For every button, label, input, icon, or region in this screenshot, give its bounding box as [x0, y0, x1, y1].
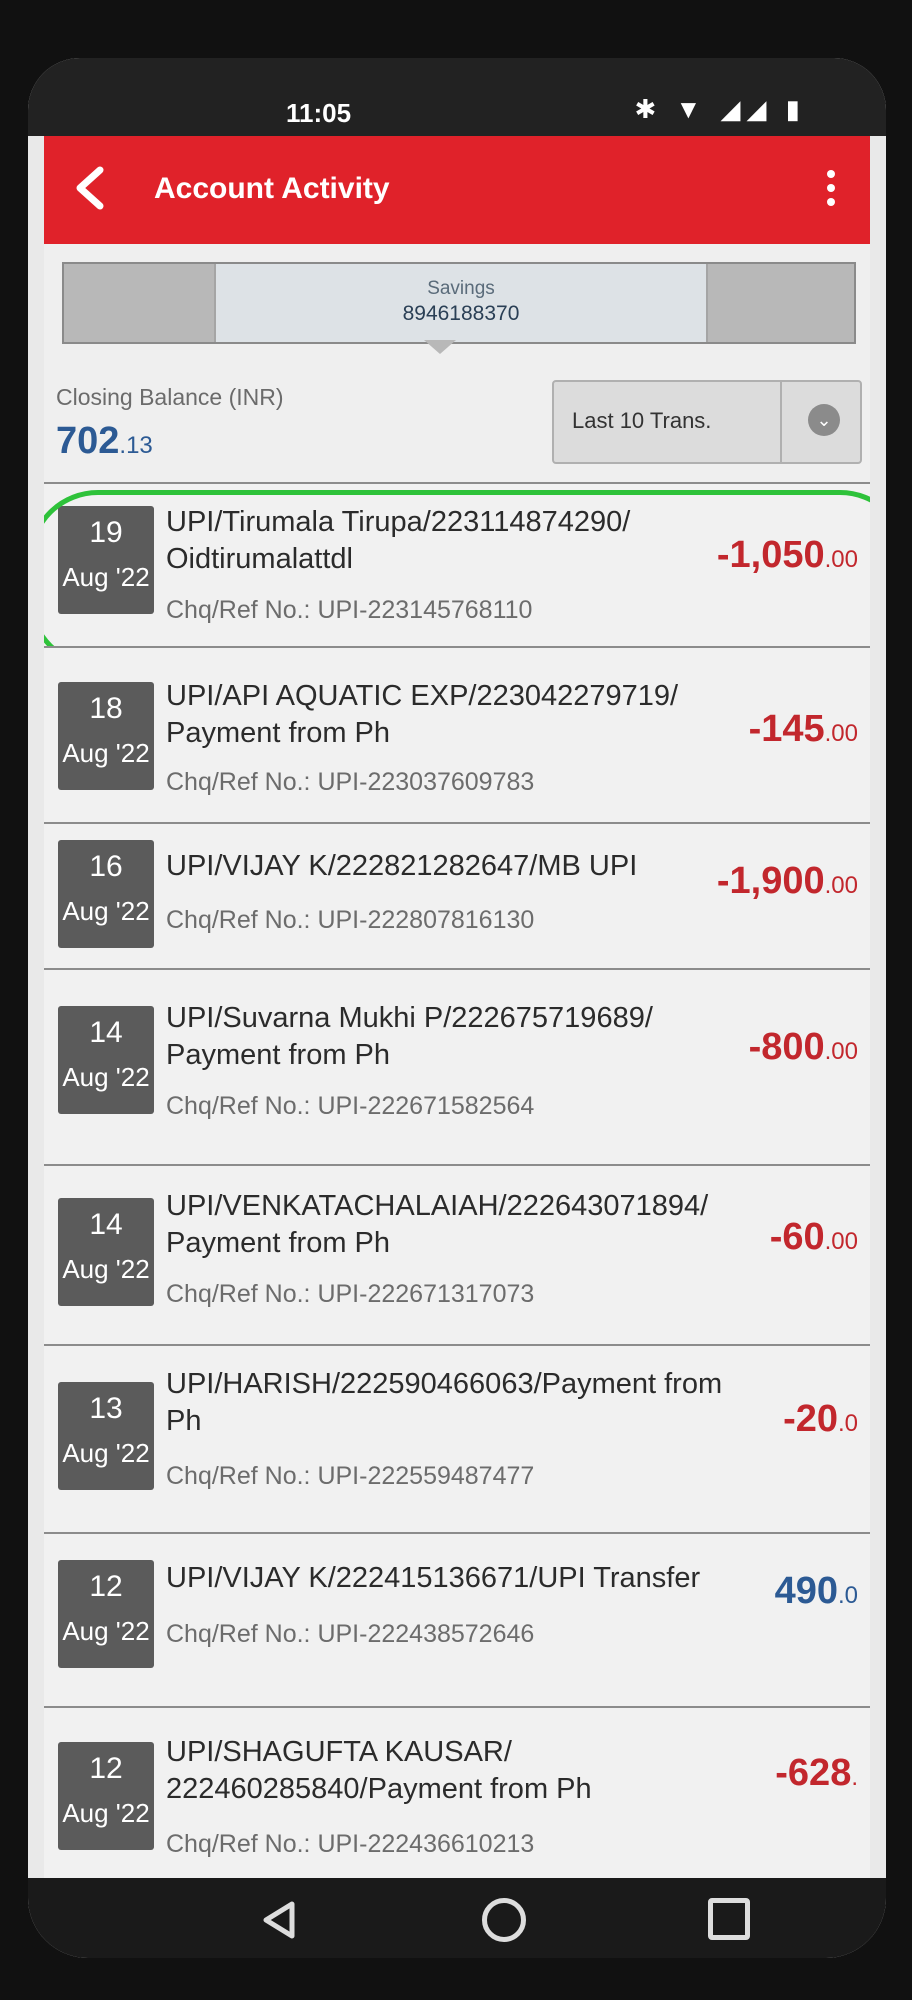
account-selector[interactable]: Savings 8946188370	[62, 262, 856, 344]
phone-frame: 11:05 ✱ ▼ ◢◢ ▮ Account Activity Savings …	[0, 0, 912, 2000]
transaction-ref: Chq/Ref No.: UPI-222807816130	[166, 906, 535, 934]
chevron-down-icon: ⌄	[808, 404, 840, 436]
transaction-amount: -1,050.00	[716, 534, 858, 576]
app-bar: Account Activity	[44, 136, 870, 244]
transaction-description: UPI/HARISH/222590466063/Payment from Ph	[166, 1368, 723, 1437]
overflow-menu-button[interactable]	[816, 158, 846, 218]
date-badge: 12 Aug '22	[58, 1560, 154, 1668]
transaction-ref: Chq/Ref No.: UPI-222559487477	[166, 1462, 535, 1490]
status-time: 11:05	[286, 98, 352, 128]
date-badge: 14 Aug '22	[58, 1198, 154, 1306]
transaction-row[interactable]: 13 Aug '22 UPI/HARISH/222590466063/Payme…	[44, 1344, 870, 1532]
closing-balance-value: 702.13	[56, 420, 153, 462]
transaction-list: 19 Aug '22 UPI/Tirumala Tirupa/223114874…	[44, 482, 870, 1878]
selector-pointer	[424, 340, 456, 354]
transaction-amount: 490.0	[774, 1570, 858, 1612]
transaction-description: UPI/Suvarna Mukhi P/222675719689/ Paymen…	[166, 1002, 653, 1071]
filter-divider	[780, 382, 782, 462]
date-badge: 14 Aug '22	[58, 1006, 154, 1114]
transaction-description: UPI/VIJAY K/222821282647/MB UPI	[166, 850, 638, 882]
transaction-amount: -145.00	[748, 708, 858, 750]
account-number: 8946188370	[402, 302, 520, 325]
transaction-row[interactable]: 19 Aug '22 UPI/Tirumala Tirupa/223114874…	[44, 482, 870, 668]
transaction-ref: Chq/Ref No.: UPI-222671317073	[166, 1280, 535, 1308]
transaction-row[interactable]: 12 Aug '22 UPI/VIJAY K/222415136671/UPI …	[44, 1532, 870, 1706]
transaction-amount: -628.	[775, 1752, 858, 1794]
transaction-ref: Chq/Ref No.: UPI-223145768110	[166, 596, 533, 624]
transaction-row[interactable]: 14 Aug '22 UPI/VENKATACHALAIAH/222643071…	[44, 1164, 870, 1344]
account-tab-savings[interactable]: Savings 8946188370	[214, 264, 708, 342]
transaction-description: UPI/VIJAY K/222415136671/UPI Transfer	[166, 1562, 701, 1594]
transaction-ref: Chq/Ref No.: UPI-222671582564	[166, 1092, 535, 1120]
transaction-amount: -800.00	[748, 1026, 858, 1068]
transaction-description: UPI/Tirumala Tirupa/223114874290/ Oidtir…	[166, 506, 631, 575]
filter-label: Last 10 Trans.	[572, 408, 712, 433]
account-activity-content: Savings 8946188370 Closing Balance (INR)…	[44, 244, 870, 1878]
date-badge: 16 Aug '22	[58, 840, 154, 948]
nav-home-icon[interactable]	[482, 1898, 526, 1942]
transaction-description: UPI/SHAGUFTA KAUSAR/ 222460285840/Paymen…	[166, 1736, 592, 1805]
transaction-description: UPI/API AQUATIC EXP/223042279719/ Paymen…	[166, 680, 679, 749]
nav-back-icon[interactable]	[260, 1900, 300, 1940]
screen: 11:05 ✱ ▼ ◢◢ ▮ Account Activity Savings …	[28, 58, 886, 1958]
transaction-amount: -20.0	[783, 1398, 858, 1440]
account-type: Savings	[427, 278, 495, 299]
back-arrow-icon	[76, 166, 104, 210]
nav-recents-icon[interactable]	[708, 1898, 750, 1940]
transaction-description: UPI/VENKATACHALAIAH/222643071894/ Paymen…	[166, 1190, 709, 1259]
page-title: Account Activity	[154, 172, 390, 205]
transaction-row[interactable]: 18 Aug '22 UPI/API AQUATIC EXP/223042279…	[44, 646, 870, 822]
date-badge: 12 Aug '22	[58, 1742, 154, 1850]
transaction-row[interactable]: 14 Aug '22 UPI/Suvarna Mukhi P/222675719…	[44, 968, 870, 1164]
more-vert-icon	[827, 170, 835, 178]
transaction-row[interactable]: 12 Aug '22 UPI/SHAGUFTA KAUSAR/ 22246028…	[44, 1706, 870, 1878]
system-nav-bar	[28, 1878, 886, 1958]
date-badge: 18 Aug '22	[58, 682, 154, 790]
closing-balance-label: Closing Balance (INR)	[56, 384, 284, 410]
status-bar: 11:05 ✱ ▼ ◢◢ ▮	[28, 58, 886, 136]
status-icons: ✱ ▼ ◢◢ ▮	[634, 94, 806, 124]
date-badge: 19 Aug '22	[58, 506, 154, 614]
transaction-ref: Chq/Ref No.: UPI-222436610213	[166, 1830, 535, 1858]
back-button[interactable]	[62, 158, 122, 218]
transaction-amount: -60.00	[769, 1216, 858, 1258]
transaction-row[interactable]: 16 Aug '22 UPI/VIJAY K/222821282647/MB U…	[44, 822, 870, 968]
transaction-filter-dropdown[interactable]: Last 10 Trans. ⌄	[552, 380, 862, 464]
date-badge: 13 Aug '22	[58, 1382, 154, 1490]
transaction-amount: -1,900.00	[716, 860, 858, 902]
transaction-ref: Chq/Ref No.: UPI-222438572646	[166, 1620, 535, 1648]
transaction-ref: Chq/Ref No.: UPI-223037609783	[166, 768, 535, 796]
